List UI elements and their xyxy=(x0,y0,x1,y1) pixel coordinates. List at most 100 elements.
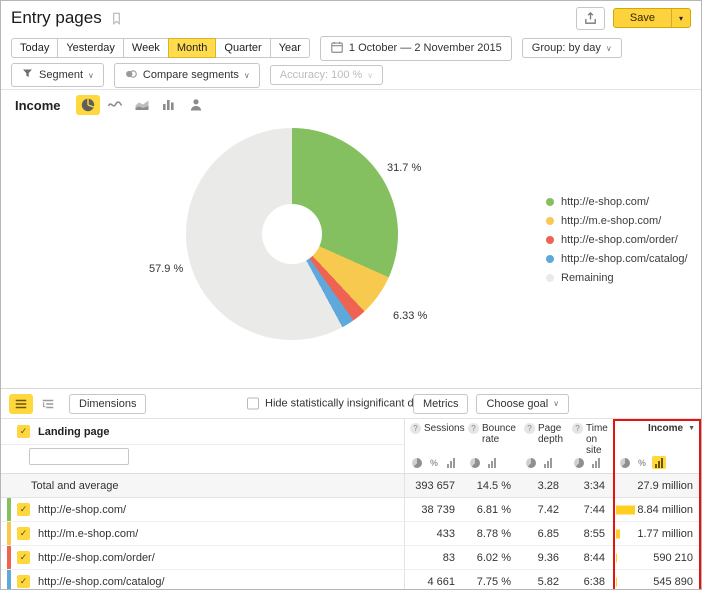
cell-depth: 5.82 xyxy=(519,570,567,590)
time-on-site-header-label[interactable]: ? Time on site xyxy=(572,423,609,456)
export-button[interactable] xyxy=(576,7,605,30)
column-header-bounce-rate: ? Bounce rate xyxy=(463,419,519,473)
cell-depth: 7.42 xyxy=(519,498,567,521)
hide-insignificant-checkbox[interactable] xyxy=(247,398,259,410)
help-icon[interactable]: ? xyxy=(410,423,421,434)
save-button[interactable]: Save xyxy=(614,9,671,27)
cell-time: 8:44 xyxy=(567,546,613,569)
tab-week[interactable]: Week xyxy=(123,38,169,58)
calendar-icon xyxy=(330,40,344,57)
total-depth: 3.28 xyxy=(519,474,567,497)
cell-sessions: 38 739 xyxy=(405,498,463,521)
bookmark-icon[interactable] xyxy=(109,11,124,26)
bars-mode-icon[interactable] xyxy=(485,456,499,469)
legend-label: Remaining xyxy=(561,272,614,284)
table-row: ✓ http://e-shop.com/order/ 83 6.02 % 9.3… xyxy=(1,546,701,570)
chevron-down-icon: ∨ xyxy=(553,399,559,408)
cell-income: 1.77 million xyxy=(613,522,701,545)
income-cell-bar xyxy=(616,553,617,562)
sessions-header-label[interactable]: ? Sessions xyxy=(410,423,459,434)
tab-yesterday[interactable]: Yesterday xyxy=(57,38,124,58)
sessions-display-modes: % xyxy=(410,456,459,469)
legend-item[interactable]: http://e-shop.com/ xyxy=(546,192,688,211)
chart-legend: http://e-shop.com/ http://m.e-shop.com/ … xyxy=(546,192,688,287)
income-donut-chart[interactable] xyxy=(186,128,398,340)
help-icon[interactable]: ? xyxy=(468,423,479,434)
pie-mode-icon[interactable] xyxy=(618,456,632,469)
chevron-down-icon: ∨ xyxy=(88,71,94,80)
segment-label: Segment xyxy=(39,69,83,81)
date-range-button[interactable]: 1 October — 2 November 2015 xyxy=(320,36,512,61)
income-cell-bar xyxy=(616,577,617,586)
sort-desc-icon: ▼ xyxy=(688,423,695,434)
pie-label-green: 31.7 % xyxy=(387,162,421,174)
bars-mode-icon[interactable] xyxy=(589,456,603,469)
chart-type-columns-button[interactable] xyxy=(157,95,181,115)
legend-item[interactable]: http://e-shop.com/order/ xyxy=(546,230,688,249)
tab-today[interactable]: Today xyxy=(11,38,58,58)
group-by-dropdown[interactable]: Group: by day ∨ xyxy=(522,38,622,58)
chart-type-audience-button[interactable] xyxy=(184,95,208,115)
row-color-stripe xyxy=(7,546,11,569)
percent-mode-icon[interactable]: % xyxy=(635,456,649,469)
bounce-rate-header-label[interactable]: ? Bounce rate xyxy=(468,423,515,445)
tab-quarter[interactable]: Quarter xyxy=(215,38,270,58)
table-row: ✓ http://m.e-shop.com/ 433 8.78 % 6.85 8… xyxy=(1,522,701,546)
percent-mode-icon[interactable]: % xyxy=(427,456,441,469)
landing-page-link[interactable]: http://e-shop.com/order/ xyxy=(38,552,155,564)
flat-list-view-button[interactable] xyxy=(9,394,33,414)
legend-label: http://m.e-shop.com/ xyxy=(561,215,661,227)
row-checkbox[interactable]: ✓ xyxy=(17,551,30,564)
legend-item[interactable]: http://m.e-shop.com/ xyxy=(546,211,688,230)
pie-mode-icon[interactable] xyxy=(572,456,586,469)
accuracy-label: Accuracy: 100 % xyxy=(280,69,363,81)
checkmark-icon: ✓ xyxy=(20,553,28,562)
save-dropdown-button[interactable]: ▾ xyxy=(671,9,690,27)
income-header-label[interactable]: Income ▼ xyxy=(618,423,697,434)
total-time: 3:34 xyxy=(567,474,613,497)
landing-page-link[interactable]: http://e-shop.com/ xyxy=(38,504,126,516)
pie-label-yellow: 6.33 % xyxy=(393,310,427,322)
legend-item[interactable]: http://e-shop.com/catalog/ xyxy=(546,249,688,268)
dimensions-button[interactable]: Dimensions xyxy=(69,394,146,414)
legend-item[interactable]: Remaining xyxy=(546,268,688,287)
tree-view-button[interactable] xyxy=(36,394,60,414)
pie-mode-icon[interactable] xyxy=(468,456,482,469)
row-checkbox[interactable]: ✓ xyxy=(17,527,30,540)
chevron-down-icon: ∨ xyxy=(244,71,250,80)
income-display-modes: % xyxy=(618,456,697,469)
segment-button[interactable]: Segment ∨ xyxy=(11,63,104,87)
select-all-checkbox[interactable]: ✓ xyxy=(17,425,30,438)
column-header-sessions: ? Sessions % xyxy=(405,419,463,473)
row-checkbox[interactable]: ✓ xyxy=(17,575,30,588)
bars-mode-icon[interactable] xyxy=(652,456,666,469)
tab-year[interactable]: Year xyxy=(270,38,310,58)
landing-page-filter-input[interactable] xyxy=(29,448,129,465)
metrics-button[interactable]: Metrics xyxy=(413,394,468,414)
chart-type-line-button[interactable] xyxy=(103,95,127,115)
help-icon[interactable]: ? xyxy=(572,423,583,434)
period-filter-row: Today Yesterday Week Month Quarter Year … xyxy=(1,35,701,61)
landing-page-link[interactable]: http://m.e-shop.com/ xyxy=(38,528,138,540)
chart-header: Income xyxy=(1,90,701,120)
pie-mode-icon[interactable] xyxy=(524,456,538,469)
cell-bounce: 7.75 % xyxy=(463,570,519,590)
group-by-label: Group: by day xyxy=(532,42,601,54)
compare-segments-button[interactable]: Compare segments ∨ xyxy=(114,63,260,88)
landing-page-link[interactable]: http://e-shop.com/catalog/ xyxy=(38,576,165,588)
help-icon[interactable]: ? xyxy=(524,423,535,434)
choose-goal-dropdown[interactable]: Choose goal ∨ xyxy=(476,394,569,414)
row-checkbox[interactable]: ✓ xyxy=(17,503,30,516)
bars-mode-icon[interactable] xyxy=(541,456,555,469)
cell-income: 545 890 xyxy=(613,570,701,590)
chart-metric-label: Income xyxy=(15,98,61,113)
bars-mode-icon[interactable] xyxy=(444,456,458,469)
table-row: ✓ http://e-shop.com/ 38 739 6.81 % 7.42 … xyxy=(1,498,701,522)
page-depth-header-label[interactable]: ? Page depth xyxy=(524,423,563,445)
checkmark-icon: ✓ xyxy=(20,577,28,586)
chart-type-stacked-area-button[interactable] xyxy=(130,95,154,115)
chart-type-pie-button[interactable] xyxy=(76,95,100,115)
pie-mode-icon[interactable] xyxy=(410,456,424,469)
tab-month[interactable]: Month xyxy=(168,38,217,58)
table-row: ✓ http://e-shop.com/catalog/ 4 661 7.75 … xyxy=(1,570,701,590)
